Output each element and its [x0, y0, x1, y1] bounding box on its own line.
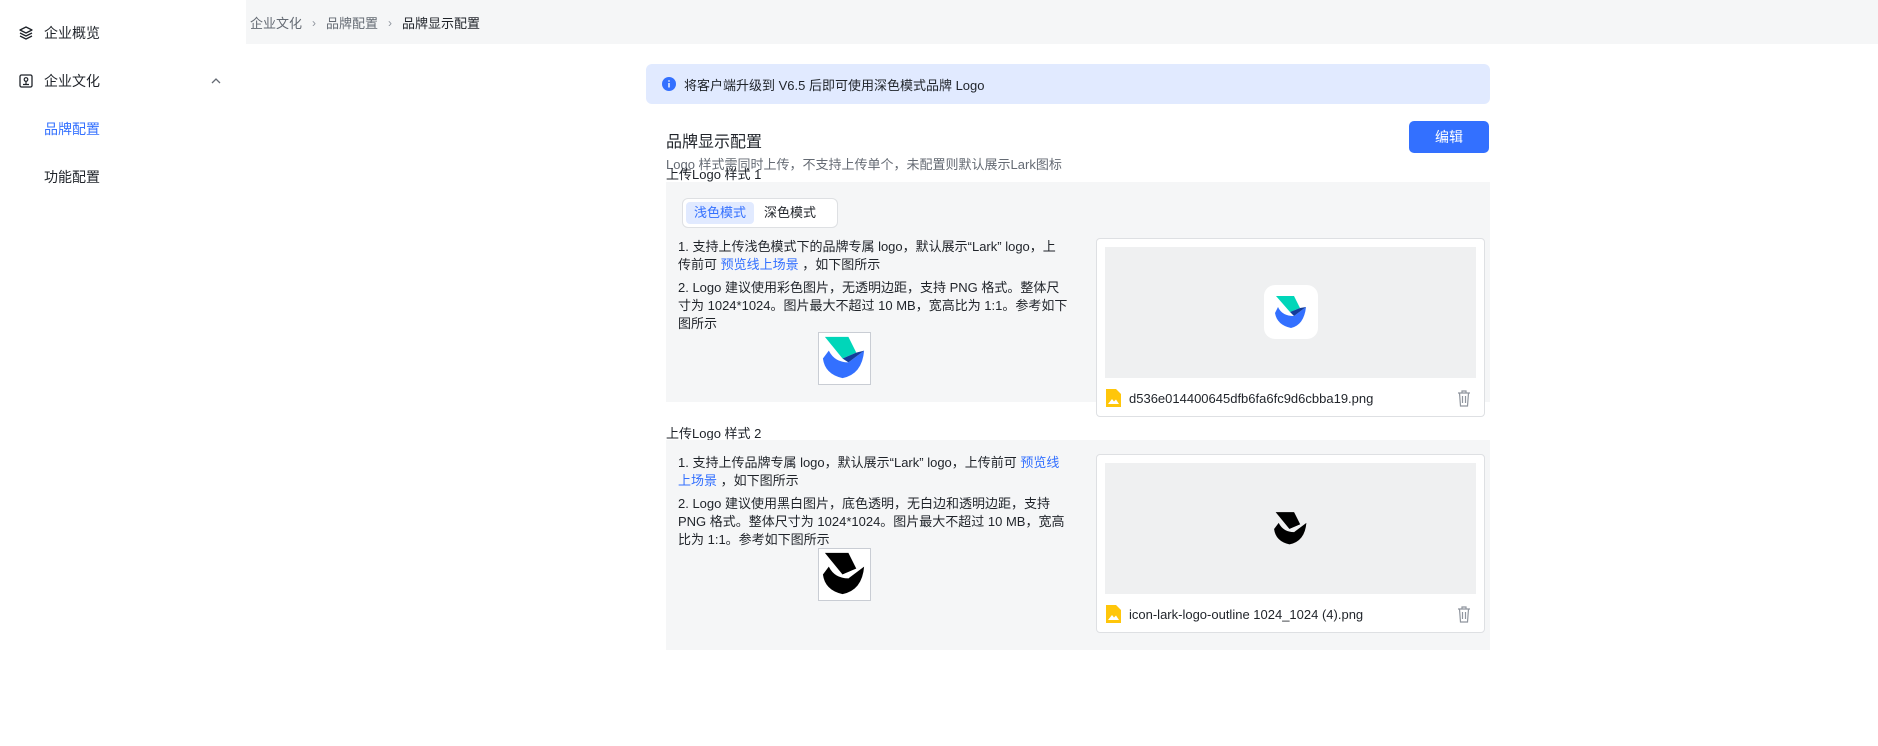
mode-switch: 浅色模式 深色模式 [682, 198, 838, 228]
sidebar: 企业概览 企业文化 品牌配置 功能配置 [0, 0, 246, 746]
desc-text: ，如下图所示 [717, 473, 799, 488]
chevron-up-icon[interactable] [208, 73, 224, 89]
tab-dark-mode[interactable]: 深色模式 [756, 202, 824, 224]
desc-line-2: 2. Logo 建议使用彩色图片，无透明边距，支持 PNG 格式。整体尺寸为 1… [678, 280, 1068, 331]
sidebar-item-brand-config[interactable]: 品牌配置 [0, 109, 246, 149]
logo-style-2-panel: 1. 支持上传品牌专属 logo，默认展示“Lark” logo，上传前可 预览… [666, 440, 1490, 650]
culture-icon [18, 73, 34, 89]
sidebar-item-feature-config[interactable]: 功能配置 [0, 157, 246, 197]
image-file-icon [1106, 389, 1121, 407]
file-name: icon-lark-logo-outline 1024_1024 (4).png [1129, 606, 1364, 622]
desc-text: ，如下图所示 [798, 257, 881, 272]
file-row: d536e014400645dfb6fa6fc9d6cbba19.png [1105, 387, 1476, 409]
banner-text: 将客户端升级到 V6.5 后即可使用深色模式品牌 Logo [684, 77, 985, 93]
lark-logo-outline-icon [1274, 512, 1307, 545]
layers-icon [18, 25, 34, 41]
trash-icon[interactable] [1456, 389, 1472, 407]
breadcrumb-item[interactable]: 企业文化 [250, 13, 302, 32]
breadcrumb-item[interactable]: 品牌配置 [326, 13, 378, 32]
logo-style-2-desc: 1. 支持上传品牌专属 logo，默认展示“Lark” logo，上传前可 预览… [678, 454, 1068, 554]
file-name: d536e014400645dfb6fa6fc9d6cbba19.png [1129, 390, 1374, 406]
logo-preview [1105, 463, 1476, 594]
main-content: 将客户端升级到 V6.5 后即可使用深色模式品牌 Logo 品牌显示配置 Log… [246, 44, 1878, 746]
upload-card-1: d536e014400645dfb6fa6fc9d6cbba19.png [1096, 238, 1485, 417]
lark-logo-icon [822, 336, 865, 379]
desc-text: 1. 支持上传品牌专属 logo，默认展示“Lark” logo，上传前可 [678, 455, 1021, 470]
breadcrumb-current: 品牌显示配置 [402, 16, 481, 31]
preview-online-link[interactable]: 预览线上场景 [721, 257, 799, 272]
image-file-icon [1106, 605, 1121, 623]
edit-button[interactable]: 编辑 [1409, 121, 1489, 153]
file-row: icon-lark-logo-outline 1024_1024 (4).png [1105, 603, 1476, 625]
sidebar-item-label: 企业概览 [44, 25, 100, 41]
chevron-right-icon: › [388, 15, 393, 30]
sidebar-item-label: 企业文化 [44, 73, 100, 89]
info-banner: 将客户端升级到 V6.5 后即可使用深色模式品牌 Logo [646, 64, 1490, 104]
preview-app-tile [1264, 285, 1318, 339]
lark-logo-icon [1275, 296, 1306, 328]
chevron-right-icon: › [312, 15, 317, 30]
trash-icon[interactable] [1456, 605, 1472, 623]
section-title: 品牌显示配置 [666, 134, 763, 151]
desc-line-1: 1. 支持上传品牌专属 logo，默认展示“Lark” logo，上传前可 预览… [678, 454, 1068, 490]
reference-logo-color [818, 332, 871, 385]
sidebar-item-label: 品牌配置 [44, 121, 100, 137]
lark-logo-outline-icon [822, 552, 865, 595]
sidebar-item-culture[interactable]: 企业文化 [0, 61, 246, 101]
logo-preview [1105, 247, 1476, 378]
desc-line-2: 2. Logo 建议使用黑白图片，底色透明，无白边和透明边距，支持 PNG 格式… [678, 496, 1065, 547]
upload-card-2: icon-lark-logo-outline 1024_1024 (4).png [1096, 454, 1485, 633]
logo-style-1-title: 上传Logo 样式 1 [666, 167, 762, 182]
sidebar-item-overview[interactable]: 企业概览 [0, 13, 246, 53]
info-icon [662, 77, 676, 91]
logo-style-1-panel: 浅色模式 深色模式 1. 支持上传浅色模式下的品牌专属 logo，默认展示“La… [666, 182, 1490, 417]
breadcrumb: 企业文化 › 品牌配置 › 品牌显示配置 [250, 13, 480, 32]
tab-light-mode[interactable]: 浅色模式 [686, 202, 755, 224]
reference-logo-outline [818, 548, 871, 601]
logo-style-1-desc: 1. 支持上传浅色模式下的品牌专属 logo，默认展示“Lark” logo，上… [678, 238, 1068, 338]
desc-line-1: 1. 支持上传浅色模式下的品牌专属 logo，默认展示“Lark” logo，上… [678, 238, 1068, 274]
sidebar-item-label: 功能配置 [44, 169, 100, 185]
topbar: 企业文化 › 品牌配置 › 品牌显示配置 [246, 0, 1878, 44]
